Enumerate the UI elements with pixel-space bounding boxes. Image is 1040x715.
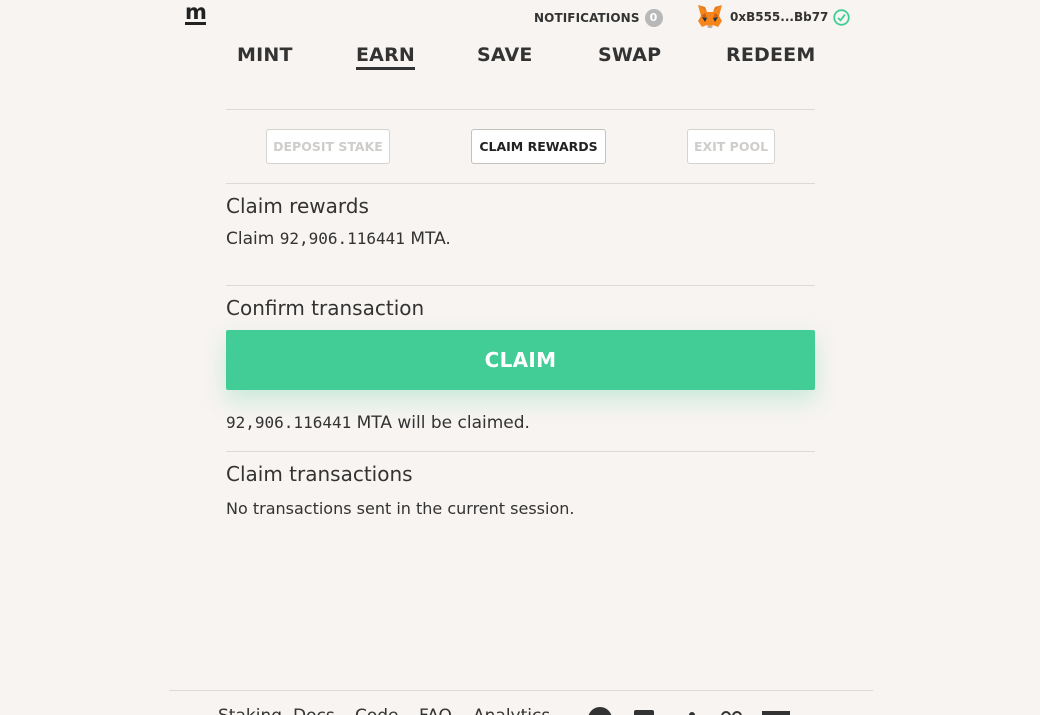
- footer-link-faq[interactable]: FAQ: [419, 706, 452, 715]
- notifications-button[interactable]: NOTIFICATIONS 0: [534, 9, 663, 27]
- nav-redeem[interactable]: REDEEM: [726, 44, 815, 66]
- wallet-address: 0xB555...Bb77: [730, 10, 829, 24]
- app-logo[interactable]: m: [185, 2, 207, 25]
- metamask-fox-icon: [698, 5, 722, 28]
- claim-transactions-title: Claim transactions: [226, 462, 413, 486]
- claim-amount-text: Claim 92,906.116441 MTA.: [226, 229, 451, 249]
- email-icon[interactable]: [762, 707, 790, 715]
- confirm-transaction-title: Confirm transaction: [226, 296, 425, 320]
- claim-suffix: MTA.: [410, 229, 451, 249]
- footer-link-docs[interactable]: Docs: [293, 706, 335, 715]
- notifications-label: NOTIFICATIONS: [534, 11, 640, 25]
- github-icon[interactable]: [634, 707, 654, 715]
- claim-rewards-title: Claim rewards: [226, 194, 369, 218]
- nav-mint[interactable]: MINT: [237, 44, 293, 66]
- divider: [226, 109, 815, 110]
- footer-divider: [169, 690, 873, 691]
- nav-save[interactable]: SAVE: [477, 44, 533, 66]
- wallet-button[interactable]: 0xB555...Bb77: [696, 4, 851, 30]
- claim-summary-text: 92,906.116441 MTA will be claimed.: [226, 413, 530, 433]
- claim-button[interactable]: CLAIM: [226, 330, 815, 390]
- main-nav: MINT EARN SAVE SWAP REDEEM: [0, 44, 1040, 74]
- twitter-icon[interactable]: [686, 707, 698, 715]
- no-transactions-text: No transactions sent in the current sess…: [226, 499, 575, 518]
- claim-amount-value: 92,906.116441: [279, 229, 405, 248]
- footer-link-analytics[interactable]: Analytics: [473, 706, 550, 715]
- footer-link-staking[interactable]: Staking: [218, 706, 282, 715]
- discord-icon[interactable]: [720, 707, 744, 715]
- connected-check-icon: [833, 8, 851, 26]
- divider: [226, 451, 815, 452]
- summary-amount-value: 92,906.116441: [226, 413, 352, 432]
- tab-deposit-stake[interactable]: DEPOSIT STAKE: [266, 129, 390, 164]
- medium-icon[interactable]: [588, 707, 612, 715]
- nav-swap[interactable]: SWAP: [598, 44, 661, 66]
- divider: [226, 183, 815, 184]
- divider: [226, 285, 815, 286]
- summary-suffix: MTA will be claimed.: [356, 413, 530, 433]
- notifications-count-badge: 0: [644, 9, 663, 27]
- claim-prefix: Claim: [226, 229, 275, 249]
- tab-exit-pool[interactable]: EXIT POOL: [687, 129, 775, 164]
- footer-link-code[interactable]: Code: [355, 706, 399, 715]
- tab-claim-rewards[interactable]: CLAIM REWARDS: [471, 129, 606, 164]
- nav-earn[interactable]: EARN: [356, 44, 416, 70]
